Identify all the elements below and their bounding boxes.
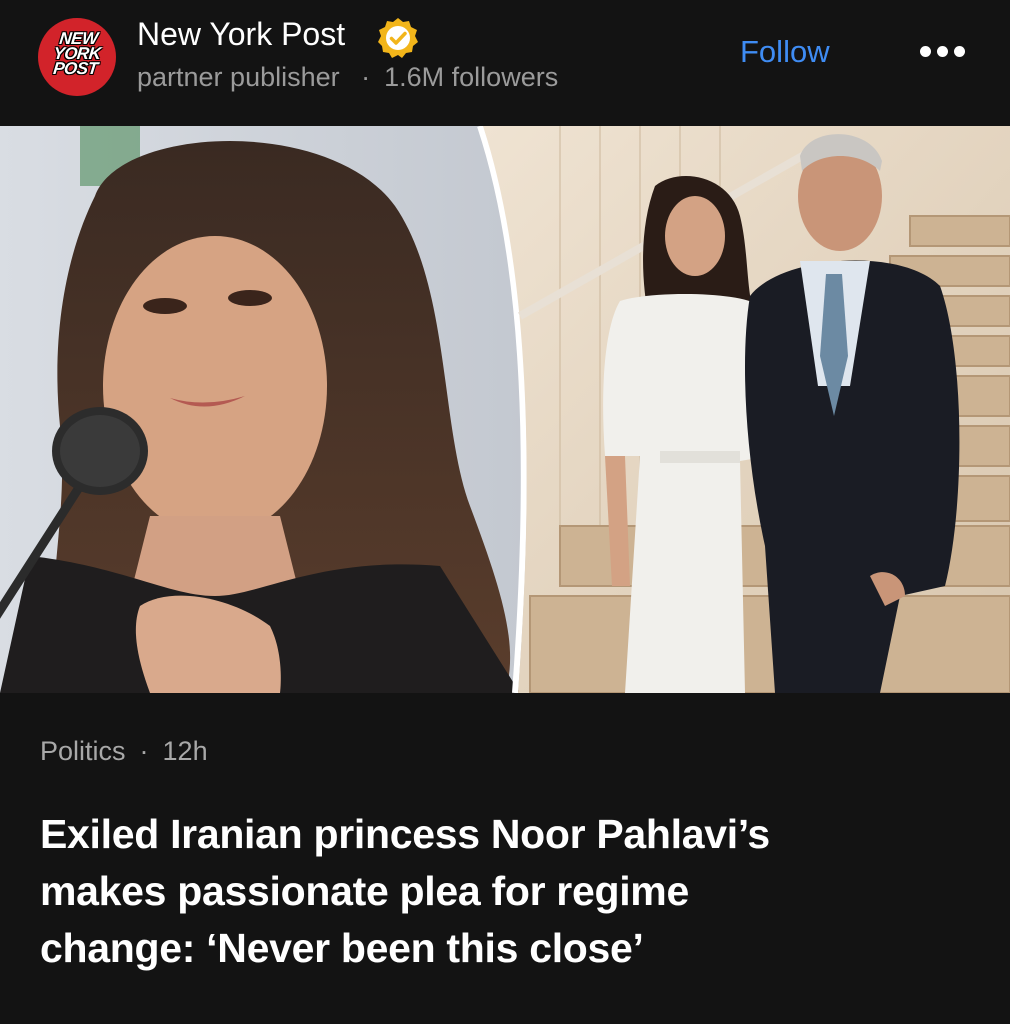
headline-line: change: ‘Never been this close’ [40, 925, 644, 971]
more-options-icon[interactable] [920, 46, 966, 60]
post-card[interactable]: NEW YORK POST New York Post partner publ… [0, 0, 1010, 1024]
headline-line: Exiled Iranian princess Noor Pahlavi’s [40, 811, 770, 857]
publisher-name[interactable]: New York Post [137, 16, 345, 53]
publisher-logo-text: NEW YORK POST [52, 29, 102, 78]
meta-separator: · [139, 736, 149, 766]
publisher-followers: 1.6M followers [384, 62, 559, 92]
publisher-type: partner publisher [137, 62, 340, 92]
publisher-logo[interactable]: NEW YORK POST [38, 18, 116, 96]
meta-separator: · [361, 62, 371, 92]
article-category[interactable]: Politics [40, 736, 126, 766]
article-age: 12h [162, 736, 208, 766]
hero-collage-photo [0, 126, 1010, 693]
verified-badge-icon [378, 18, 418, 58]
publisher-meta: partner publisher · 1.6M followers [137, 62, 558, 93]
article-hero-image[interactable] [0, 126, 1010, 693]
follow-button[interactable]: Follow [740, 34, 830, 70]
article-meta: Politics · 12h [40, 736, 208, 767]
publisher-header: NEW YORK POST New York Post partner publ… [0, 0, 1010, 126]
headline-line: makes passionate plea for regime [40, 868, 689, 914]
article-headline[interactable]: Exiled Iranian princess Noor Pahlavi’s m… [40, 806, 980, 977]
